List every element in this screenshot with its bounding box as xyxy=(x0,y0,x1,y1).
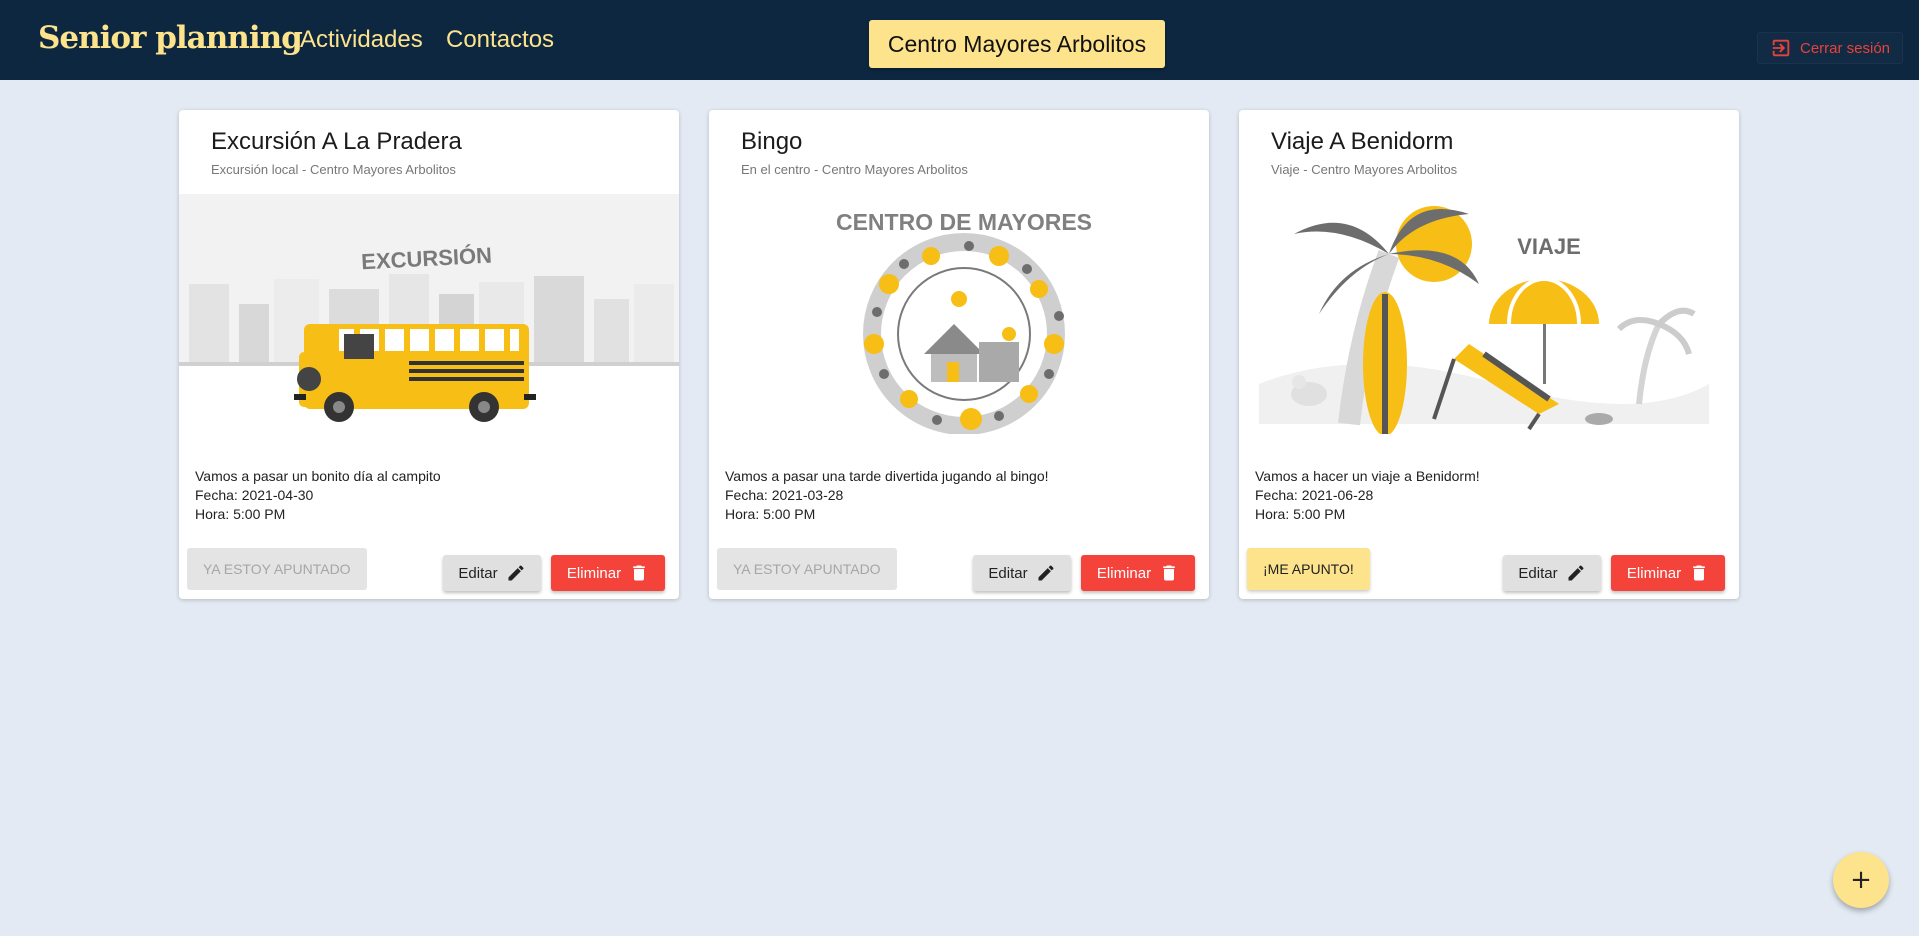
add-activity-button[interactable]: + xyxy=(1833,852,1889,908)
trash-icon xyxy=(633,565,645,581)
top-navbar: Senior planning Actividades Contactos Ce… xyxy=(0,0,1919,80)
card-description: Vamos a hacer un viaje a Benidorm! xyxy=(1255,468,1480,484)
beach-trip-image-text: VIAJE xyxy=(1517,234,1581,259)
logout-label: Cerrar sesión xyxy=(1800,39,1891,57)
beach-trip-image: VIAJE xyxy=(1239,194,1739,434)
delete-button[interactable]: Eliminar xyxy=(1611,555,1725,591)
trash-icon xyxy=(1163,565,1175,581)
senior-center-image: CENTRO DE MAYORES xyxy=(709,194,1209,434)
logout-button[interactable]: Cerrar sesión xyxy=(1757,32,1904,64)
card-subtitle: Viaje - Centro Mayores Arbolitos xyxy=(1271,162,1458,177)
edit-button[interactable]: Editar xyxy=(443,555,541,591)
card-date: Fecha: 2021-06-28 xyxy=(1255,487,1374,503)
card-description: Vamos a pasar un bonito día al campito xyxy=(195,468,441,484)
card-title: Bingo xyxy=(741,128,803,155)
edit-label: Editar xyxy=(458,564,498,582)
edit-label: Editar xyxy=(988,564,1028,582)
card-subtitle: Excursión local - Centro Mayores Arbolit… xyxy=(211,162,456,177)
card-details: Vamos a pasar una tarde divertida jugand… xyxy=(725,467,1049,524)
edit-label: Editar xyxy=(1518,564,1558,582)
edit-button[interactable]: Editar xyxy=(1503,555,1601,591)
logout-icon xyxy=(1772,39,1790,57)
delete-label: Eliminar xyxy=(1096,564,1152,582)
senior-center-image-text: CENTRO DE MAYORES xyxy=(836,209,1092,235)
activity-card-viaje: Viaje A Benidorm Viaje - Centro Mayores … xyxy=(1239,110,1739,599)
card-title: Viaje A Benidorm xyxy=(1271,128,1454,155)
delete-label: Eliminar xyxy=(566,564,622,582)
card-subtitle: En el centro - Centro Mayores Arbolitos xyxy=(741,162,968,177)
card-details: Vamos a pasar un bonito día al campito F… xyxy=(195,467,441,524)
card-date: Fecha: 2021-03-28 xyxy=(725,487,844,503)
delete-button[interactable]: Eliminar xyxy=(551,555,665,591)
card-time: Hora: 5:00 PM xyxy=(1255,506,1346,522)
already-joined-button: YA ESTOY APUNTADO xyxy=(717,548,897,590)
card-time: Hora: 5:00 PM xyxy=(195,506,286,522)
card-description: Vamos a pasar una tarde divertida jugand… xyxy=(725,468,1049,484)
card-title: Excursión A La Pradera xyxy=(211,128,462,155)
brand-logo[interactable]: Senior planning xyxy=(38,20,303,56)
delete-button[interactable]: Eliminar xyxy=(1081,555,1195,591)
center-name-badge[interactable]: Centro Mayores Arbolitos xyxy=(869,20,1165,68)
delete-label: Eliminar xyxy=(1626,564,1682,582)
pencil-icon xyxy=(1568,565,1584,581)
already-joined-button: YA ESTOY APUNTADO xyxy=(187,548,367,590)
nav-link-actividades[interactable]: Actividades xyxy=(300,26,423,54)
card-details: Vamos a hacer un viaje a Benidorm! Fecha… xyxy=(1255,467,1480,524)
plus-icon: + xyxy=(1850,865,1872,895)
trash-icon xyxy=(1693,565,1705,581)
activity-card-bingo: Bingo En el centro - Centro Mayores Arbo… xyxy=(709,110,1209,599)
nav-link-contactos[interactable]: Contactos xyxy=(446,26,554,54)
pencil-icon xyxy=(508,565,524,581)
card-date: Fecha: 2021-04-30 xyxy=(195,487,314,503)
edit-button[interactable]: Editar xyxy=(973,555,1071,591)
join-activity-button[interactable]: ¡ME APUNTO! xyxy=(1247,548,1370,590)
pencil-icon xyxy=(1038,565,1054,581)
card-time: Hora: 5:00 PM xyxy=(725,506,816,522)
activity-card-excursion: Excursión A La Pradera Excursión local -… xyxy=(179,110,679,599)
excursion-image: EXCURSIÓN xyxy=(179,194,679,434)
